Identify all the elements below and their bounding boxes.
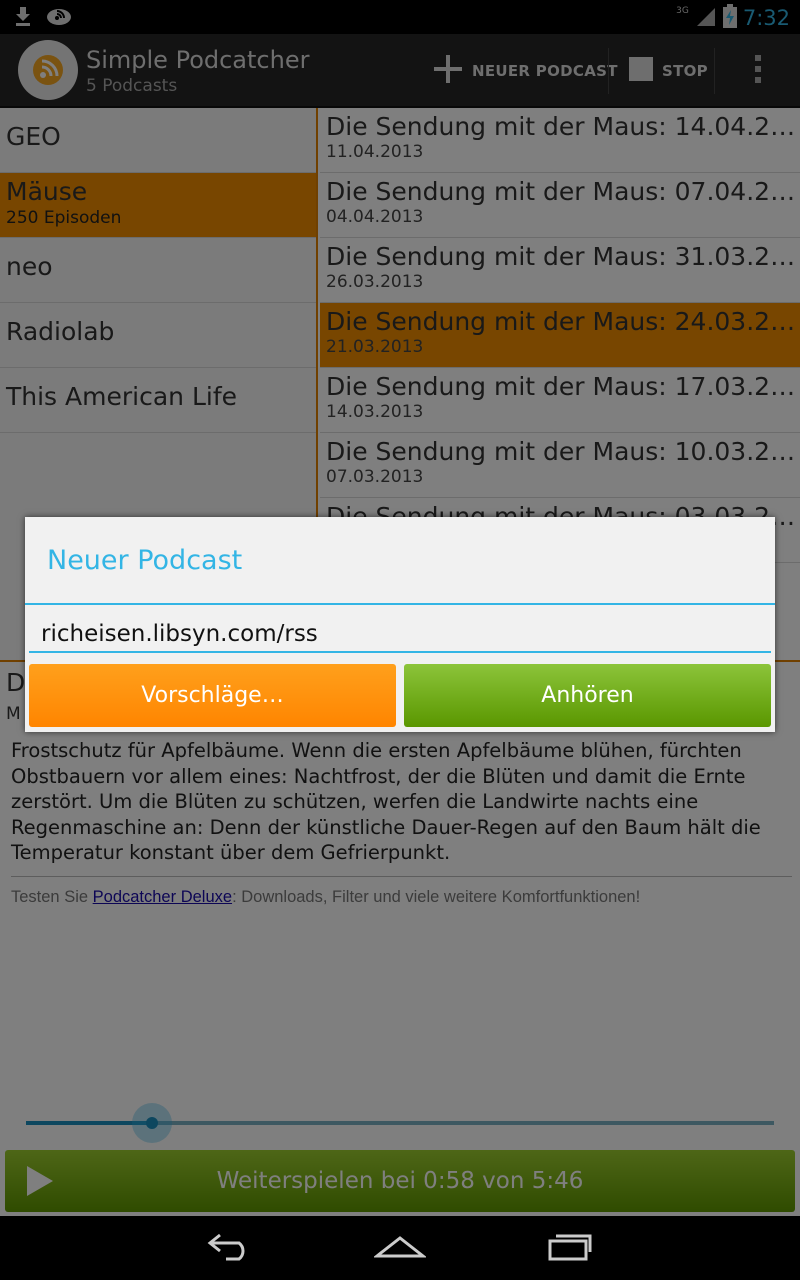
suggestions-button[interactable]: Vorschläge… <box>29 664 396 727</box>
home-button[interactable] <box>360 1224 440 1272</box>
listen-button[interactable]: Anhören <box>404 664 771 727</box>
new-podcast-dialog: Neuer Podcast Vorschläge… Anhören <box>25 517 775 732</box>
dialog-title-divider <box>25 603 775 605</box>
podcast-url-input[interactable] <box>29 617 771 653</box>
navigation-bar <box>0 1216 800 1280</box>
back-icon <box>206 1231 254 1265</box>
dialog-title: Neuer Podcast <box>47 545 243 576</box>
recent-apps-button[interactable] <box>530 1224 610 1272</box>
back-button[interactable] <box>190 1224 270 1272</box>
recent-apps-icon <box>546 1231 594 1265</box>
home-icon <box>372 1232 428 1264</box>
